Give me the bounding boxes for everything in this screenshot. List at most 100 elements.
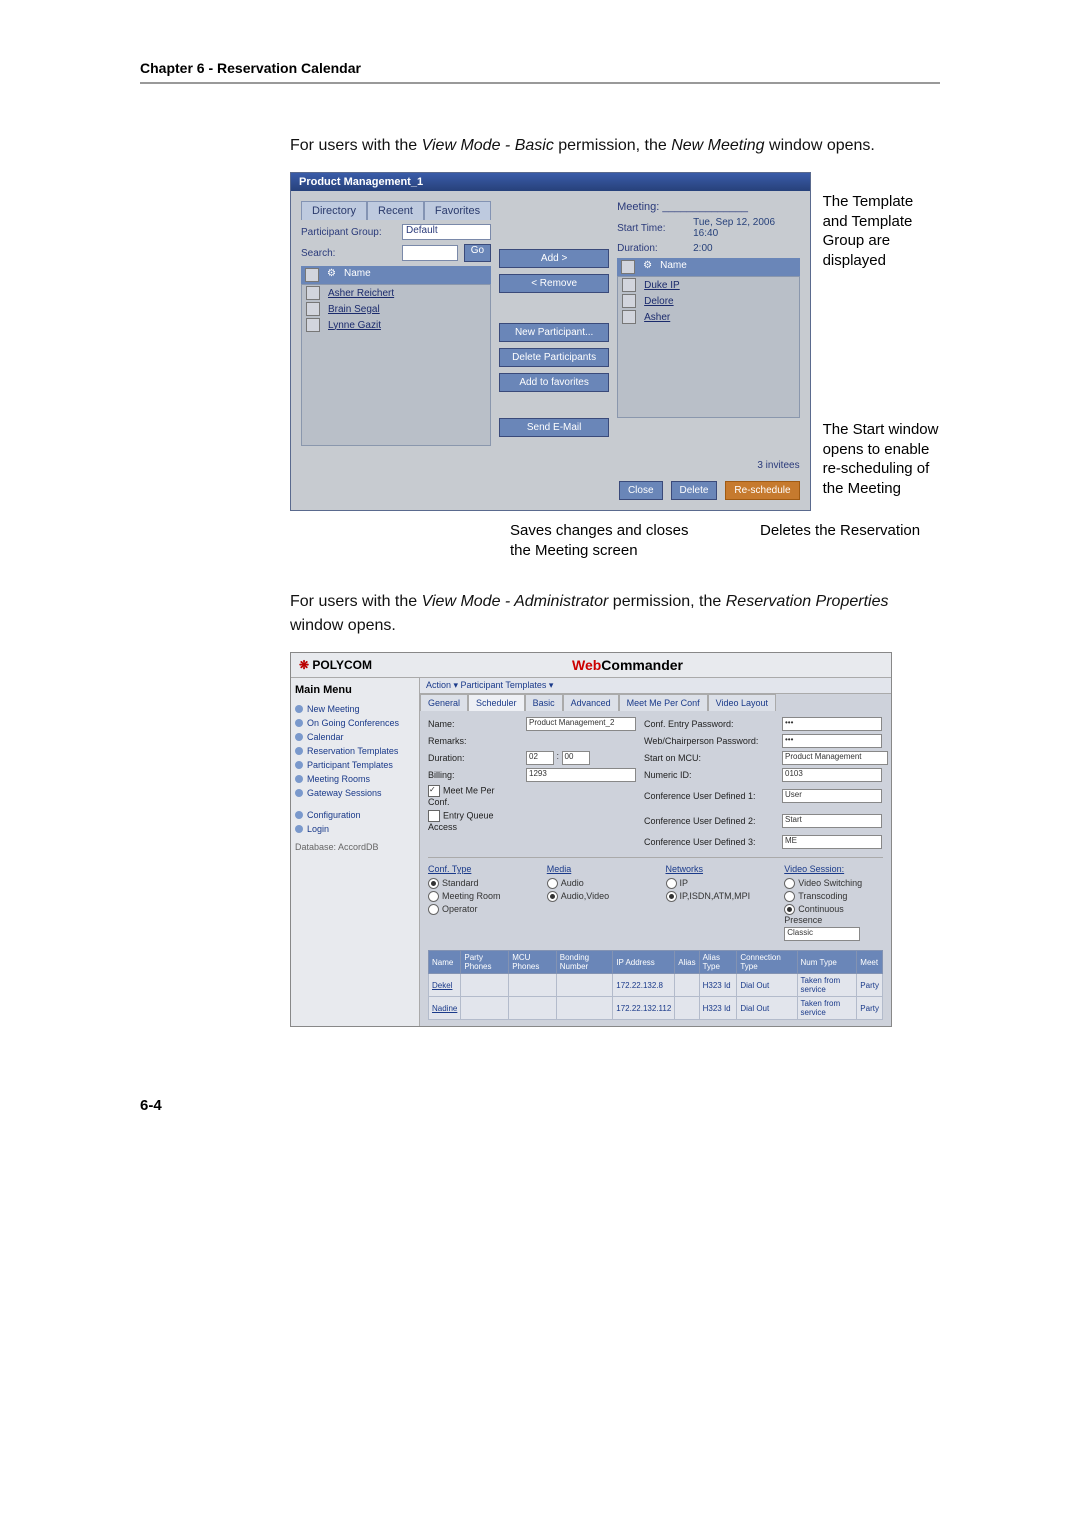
invitee-name[interactable]: Delore [644, 296, 673, 307]
list-item[interactable]: Asher [618, 309, 798, 325]
cell-name[interactable]: Dekel [429, 974, 461, 997]
radio-icon[interactable] [428, 878, 439, 889]
nav-login[interactable]: Login [295, 822, 415, 836]
col-party-phones[interactable]: Party Phones [461, 951, 509, 974]
add-to-favorites-button[interactable]: Add to favorites [499, 373, 609, 392]
table-row[interactable]: Nadine 172.22.132.112 H323 Id Dial Out T… [429, 997, 883, 1020]
col-alias-type[interactable]: Alias Type [699, 951, 737, 974]
col-bonding-number[interactable]: Bonding Number [556, 951, 613, 974]
row-checkbox[interactable] [306, 286, 320, 300]
participant-name[interactable]: Lynne Gazit [328, 320, 381, 331]
tab-meet-me-per-conf[interactable]: Meet Me Per Conf [619, 694, 708, 711]
numeric-id-input[interactable]: 0103 [782, 768, 882, 782]
radio-icon[interactable] [666, 878, 677, 889]
participant-name[interactable]: Brain Segal [328, 304, 380, 315]
list-item[interactable]: Lynne Gazit [302, 317, 490, 333]
checkbox-icon[interactable] [428, 810, 440, 822]
go-button[interactable]: Go [464, 244, 491, 262]
tab-directory[interactable]: Directory [301, 201, 367, 220]
tab-advanced[interactable]: Advanced [563, 694, 619, 711]
remove-button[interactable]: < Remove [499, 274, 609, 293]
tab-favorites[interactable]: Favorites [424, 201, 491, 220]
radio-icon[interactable] [547, 878, 558, 889]
radio-icon[interactable] [428, 891, 439, 902]
nav-new-meeting[interactable]: New Meeting [295, 702, 415, 716]
participant-group-select[interactable]: Default [402, 224, 491, 240]
row-checkbox[interactable] [306, 302, 320, 316]
nav-reservation-templates[interactable]: Reservation Templates [295, 744, 415, 758]
media-audio-video[interactable]: Audio,Video [547, 890, 646, 903]
checkbox-icon[interactable] [428, 785, 440, 797]
close-button[interactable]: Close [619, 481, 663, 500]
conf-type-standard[interactable]: Standard [428, 877, 527, 890]
col-ip-address[interactable]: IP Address [613, 951, 675, 974]
select-all-checkbox[interactable] [305, 268, 319, 282]
duration-minutes[interactable]: 00 [562, 751, 590, 765]
sort-icon[interactable]: ⚙ [327, 268, 336, 282]
list-item[interactable]: Asher Reichert [302, 285, 490, 301]
row-checkbox[interactable] [622, 278, 636, 292]
radio-icon[interactable] [784, 891, 795, 902]
send-email-button[interactable]: Send E-Mail [499, 418, 609, 437]
invitee-name[interactable]: Duke IP [644, 280, 680, 291]
nav-ongoing-conferences[interactable]: On Going Conferences [295, 716, 415, 730]
tab-general[interactable]: General [420, 694, 468, 711]
networks-ip[interactable]: IP [666, 877, 765, 890]
conf-type-meeting-room[interactable]: Meeting Room [428, 890, 527, 903]
col-alias[interactable]: Alias [675, 951, 699, 974]
row-checkbox[interactable] [622, 310, 636, 324]
tab-scheduler[interactable]: Scheduler [468, 694, 525, 711]
networks-mixed[interactable]: IP,ISDN,ATM,MPI [666, 890, 765, 903]
meet-me-per-conf-option[interactable]: Meet Me Per Conf. [428, 785, 518, 807]
radio-icon[interactable] [784, 904, 795, 915]
delete-participants-button[interactable]: Delete Participants [499, 348, 609, 367]
video-transcoding[interactable]: Transcoding [784, 890, 883, 903]
col-meet[interactable]: Meet [857, 951, 883, 974]
sort-icon[interactable]: ⚙ [643, 260, 652, 274]
video-switching[interactable]: Video Switching [784, 877, 883, 890]
delete-button[interactable]: Delete [671, 481, 718, 500]
radio-icon[interactable] [547, 891, 558, 902]
tab-recent[interactable]: Recent [367, 201, 424, 220]
start-on-mcu-select[interactable]: Product Management [782, 751, 888, 765]
nav-configuration[interactable]: Configuration [295, 808, 415, 822]
col-num-type[interactable]: Num Type [797, 951, 857, 974]
new-participant-button[interactable]: New Participant... [499, 323, 609, 342]
select-all-checkbox[interactable] [621, 260, 635, 274]
radio-icon[interactable] [428, 904, 439, 915]
menubar[interactable]: Action ▾ Participant Templates ▾ [420, 678, 891, 694]
radio-icon[interactable] [784, 878, 795, 889]
row-checkbox[interactable] [306, 318, 320, 332]
nav-calendar[interactable]: Calendar [295, 730, 415, 744]
nav-gateway-sessions[interactable]: Gateway Sessions [295, 786, 415, 800]
user-defined-1-input[interactable]: User [782, 789, 882, 803]
col-connection-type[interactable]: Connection Type [737, 951, 797, 974]
conf-entry-password-input[interactable]: ••• [782, 717, 882, 731]
tab-basic[interactable]: Basic [525, 694, 563, 711]
radio-icon[interactable] [666, 891, 677, 902]
name-input[interactable]: Product Management_2 [526, 717, 636, 731]
cp-mode-select[interactable]: Classic [784, 927, 860, 941]
cell-name[interactable]: Nadine [429, 997, 461, 1020]
conf-type-operator[interactable]: Operator [428, 903, 527, 916]
user-defined-3-input[interactable]: ME [782, 835, 882, 849]
participant-name[interactable]: Asher Reichert [328, 288, 394, 299]
nav-meeting-rooms[interactable]: Meeting Rooms [295, 772, 415, 786]
billing-input[interactable]: 1293 [526, 768, 636, 782]
col-mcu-phones[interactable]: MCU Phones [509, 951, 557, 974]
invitee-name[interactable]: Asher [644, 312, 670, 323]
add-button[interactable]: Add > [499, 249, 609, 268]
row-checkbox[interactable] [622, 294, 636, 308]
tab-video-layout[interactable]: Video Layout [708, 694, 776, 711]
list-item[interactable]: Delore [618, 293, 798, 309]
search-input[interactable] [402, 245, 458, 261]
nav-participant-templates[interactable]: Participant Templates [295, 758, 415, 772]
video-continuous-presence[interactable]: Continuous Presence [784, 903, 883, 926]
list-item[interactable]: Duke IP [618, 277, 798, 293]
web-chair-password-input[interactable]: ••• [782, 734, 882, 748]
entry-queue-access-option[interactable]: Entry Queue Access [428, 810, 518, 832]
reschedule-button[interactable]: Re-schedule [725, 481, 799, 500]
list-item[interactable]: Brain Segal [302, 301, 490, 317]
table-row[interactable]: Dekel 172.22.132.8 H323 Id Dial Out Take… [429, 974, 883, 997]
duration-hours[interactable]: 02 [526, 751, 554, 765]
